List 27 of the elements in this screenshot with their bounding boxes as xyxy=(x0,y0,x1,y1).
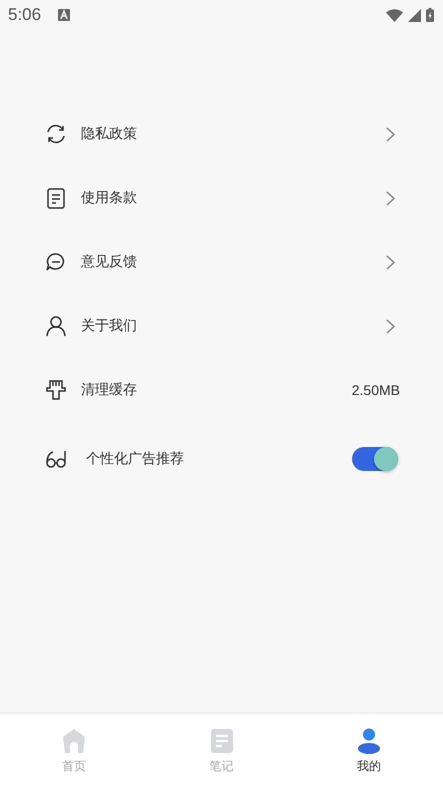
brush-icon xyxy=(45,379,67,401)
status-time: 5:06 xyxy=(8,5,42,25)
glasses-icon xyxy=(45,448,67,470)
nav-tab[interactable]: 我的 xyxy=(295,714,443,789)
setting-label[interactable]: 使用条款 xyxy=(81,189,386,207)
battery-icon xyxy=(426,8,434,22)
document-icon xyxy=(45,187,67,209)
refresh-icon xyxy=(45,123,67,145)
setting-label[interactable]: 清理缓存 xyxy=(81,381,352,399)
signal-icon xyxy=(408,8,421,22)
cache-size: 2.50MB xyxy=(352,382,400,398)
chevron-right-icon[interactable] xyxy=(386,126,395,142)
wifi-icon xyxy=(386,8,403,22)
home-icon xyxy=(60,728,87,754)
notification-icon xyxy=(58,9,70,21)
setting-label[interactable]: 隐私政策 xyxy=(81,125,386,143)
chevron-right-icon[interactable] xyxy=(386,190,395,206)
chevron-right-icon[interactable] xyxy=(386,254,395,270)
toggle-switch[interactable] xyxy=(352,447,398,471)
person-icon xyxy=(45,315,67,337)
note-icon xyxy=(208,728,234,754)
chevron-right-icon[interactable] xyxy=(386,318,395,334)
person-icon xyxy=(356,728,382,754)
setting-label[interactable]: 关于我们 xyxy=(81,317,386,335)
chat-bubble-icon xyxy=(45,251,67,273)
setting-label[interactable]: 个性化广告推荐 xyxy=(86,450,352,468)
setting-label[interactable]: 意见反馈 xyxy=(81,253,386,271)
